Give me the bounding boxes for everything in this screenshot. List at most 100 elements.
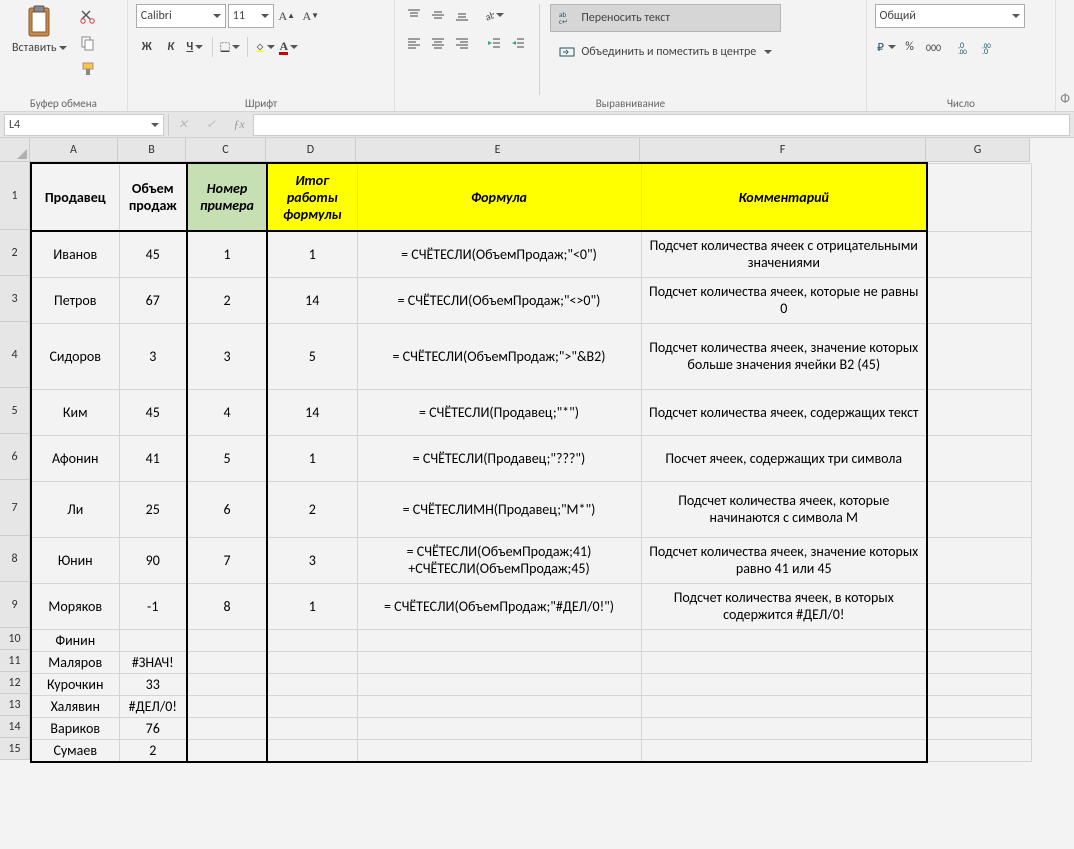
cell[interactable]: -1	[119, 583, 187, 629]
cell[interactable]: Подсчет количества ячеек, в которых соде…	[641, 583, 927, 629]
cell[interactable]	[187, 629, 267, 651]
cell[interactable]: 41	[119, 435, 187, 481]
row-header-8[interactable]: 8	[0, 536, 30, 582]
cell[interactable]	[927, 389, 1031, 435]
cell[interactable]: = СЧЁТЕСЛИ(Продавец;"???")	[357, 435, 641, 481]
cell[interactable]: = СЧЁТЕСЛИ(ОбъемПродаж;"#ДЕЛ/0!")	[357, 583, 641, 629]
name-box[interactable]: L4	[4, 114, 164, 136]
grid[interactable]: ПродавецОбъем продажНомер примераИтог ра…	[30, 162, 1032, 763]
cell[interactable]: 1	[267, 583, 357, 629]
cell[interactable]	[357, 673, 641, 695]
cell[interactable]: 76	[119, 717, 187, 739]
decrease-indent-button[interactable]	[483, 32, 505, 54]
cell[interactable]	[927, 739, 1031, 762]
copy-button[interactable]	[77, 32, 99, 54]
paste-button[interactable]: Вставить	[8, 4, 71, 55]
fill-color-button[interactable]	[254, 36, 276, 58]
cell[interactable]: 14	[267, 389, 357, 435]
select-all-corner[interactable]	[0, 138, 30, 162]
border-button[interactable]	[219, 36, 241, 58]
cell[interactable]: Подсчет количества ячеек с отрицательным…	[641, 231, 927, 277]
merge-center-button[interactable]: Объединить и поместить в центре	[550, 38, 781, 66]
fx-button[interactable]: ƒx	[225, 114, 253, 136]
column-header-A[interactable]: A	[30, 138, 118, 162]
row-header-11[interactable]: 11	[0, 650, 30, 672]
cell[interactable]	[641, 739, 927, 762]
row-header-10[interactable]: 10	[0, 628, 30, 650]
cell[interactable]: Афонин	[31, 435, 119, 481]
cell[interactable]: Сумаев	[31, 739, 119, 762]
column-header-E[interactable]: E	[356, 138, 640, 162]
cell[interactable]	[267, 739, 357, 762]
column-header-F[interactable]: F	[640, 138, 926, 162]
row-header-13[interactable]: 13	[0, 694, 30, 716]
cell[interactable]	[641, 717, 927, 739]
cell[interactable]: 5	[267, 323, 357, 389]
cell[interactable]: Подсчет количества ячеек, которые начина…	[641, 481, 927, 537]
align-center-button[interactable]	[427, 32, 449, 54]
italic-button[interactable]: К	[160, 36, 182, 58]
cell[interactable]: Ким	[31, 389, 119, 435]
cell[interactable]	[187, 651, 267, 673]
cell[interactable]: 3	[267, 537, 357, 583]
wrap-text-button[interactable]: abc↵ Переносить текст	[550, 4, 781, 32]
cell[interactable]: Финин	[31, 629, 119, 651]
cell[interactable]: Моряков	[31, 583, 119, 629]
cell[interactable]	[927, 163, 1031, 231]
cell[interactable]: 2	[187, 277, 267, 323]
cell[interactable]	[267, 673, 357, 695]
cell[interactable]	[187, 717, 267, 739]
cell[interactable]: 1	[267, 435, 357, 481]
cell[interactable]	[641, 673, 927, 695]
cell[interactable]	[357, 629, 641, 651]
cell[interactable]	[641, 651, 927, 673]
column-header-D[interactable]: D	[266, 138, 356, 162]
comma-button[interactable]: 000	[923, 36, 945, 58]
cell[interactable]: Подсчет количества ячеек, которые не рав…	[641, 277, 927, 323]
cell[interactable]: Комментарий	[641, 163, 927, 231]
cell[interactable]: 4	[187, 389, 267, 435]
font-size-select[interactable]: 11	[228, 4, 274, 28]
column-header-G[interactable]: G	[926, 138, 1030, 162]
align-top-button[interactable]	[403, 4, 425, 26]
cell[interactable]	[357, 651, 641, 673]
row-header-6[interactable]: 6	[0, 434, 30, 480]
cell[interactable]: Маляров	[31, 651, 119, 673]
cell[interactable]: Объем продаж	[119, 163, 187, 231]
cut-button[interactable]	[77, 6, 99, 28]
cell[interactable]: 90	[119, 537, 187, 583]
row-header-12[interactable]: 12	[0, 672, 30, 694]
cell[interactable]: Иванов	[31, 231, 119, 277]
cell[interactable]: 2	[119, 739, 187, 762]
cell[interactable]	[927, 231, 1031, 277]
cell[interactable]	[927, 481, 1031, 537]
row-header-3[interactable]: 3	[0, 276, 30, 322]
increase-decimal-button[interactable]: ,0,00	[955, 36, 977, 58]
row-header-14[interactable]: 14	[0, 716, 30, 738]
column-header-C[interactable]: C	[186, 138, 266, 162]
cell[interactable]: 14	[267, 277, 357, 323]
cell[interactable]	[357, 717, 641, 739]
cell[interactable]: 5	[187, 435, 267, 481]
align-left-button[interactable]	[403, 32, 425, 54]
cell[interactable]: Формула	[357, 163, 641, 231]
increase-font-button[interactable]: A▲	[276, 5, 298, 27]
row-header-1[interactable]: 1	[0, 162, 30, 230]
percent-button[interactable]: %	[899, 36, 921, 58]
cell[interactable]: Халявин	[31, 695, 119, 717]
cell[interactable]	[927, 695, 1031, 717]
orientation-button[interactable]: ab	[483, 4, 505, 26]
cell[interactable]: = СЧЁТЕСЛИ(ОбъемПродаж;">"&B2)	[357, 323, 641, 389]
cell[interactable]: 33	[119, 673, 187, 695]
cell[interactable]	[927, 277, 1031, 323]
cell[interactable]	[927, 435, 1031, 481]
cell[interactable]	[267, 695, 357, 717]
increase-indent-button[interactable]	[507, 32, 529, 54]
column-header-B[interactable]: B	[118, 138, 186, 162]
cell[interactable]	[927, 629, 1031, 651]
font-color-button[interactable]: A	[278, 36, 300, 58]
cell[interactable]	[267, 717, 357, 739]
decrease-font-button[interactable]: A▼	[300, 5, 322, 27]
cell[interactable]	[927, 651, 1031, 673]
cell[interactable]	[267, 629, 357, 651]
